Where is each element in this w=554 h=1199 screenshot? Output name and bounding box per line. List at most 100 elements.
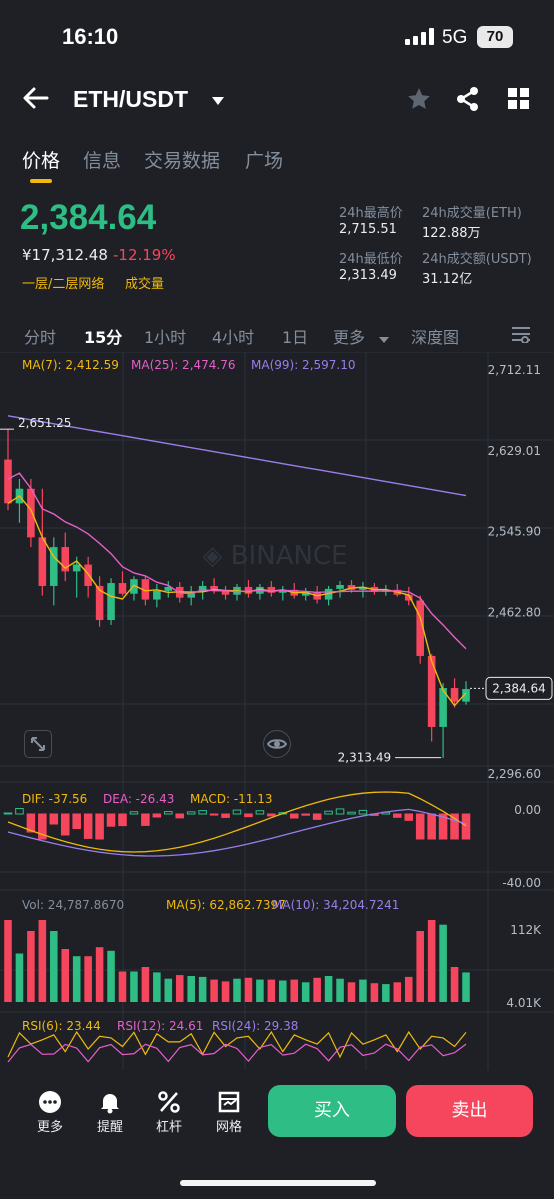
y-axis-tick: 2,629.01 <box>488 444 541 458</box>
macd-bar <box>186 811 196 815</box>
vol-eth-value: 122.88万 <box>422 226 481 241</box>
tab-square[interactable]: 广场 <box>245 146 283 173</box>
interval-depth[interactable]: 深度图 <box>411 324 459 348</box>
y-axis-tick: 2,462.80 <box>488 605 541 619</box>
interval-4h[interactable]: 4小时 <box>212 324 254 348</box>
margin-label: 杠杆 <box>155 1120 182 1135</box>
rsi12-label: RSI(12): 24.61 <box>117 1019 204 1033</box>
volume-bar <box>347 982 356 1002</box>
ma99-label: MA(99): 2,597.10 <box>251 358 356 372</box>
margin-button[interactable]: 杠杆 <box>144 1090 194 1135</box>
cny-price: ¥17,312.48 <box>22 246 108 264</box>
volume-bar <box>462 972 470 1002</box>
volume-bar <box>439 924 447 1002</box>
buy-button[interactable]: 买入 <box>268 1085 396 1137</box>
macd-bar <box>141 813 150 826</box>
battery-icon: 70 <box>477 26 513 48</box>
kline-chart[interactable]: 2,712.11 2,629.01 2,545.90 2,462.80 2,296.60… <box>0 352 554 1070</box>
rsi12-line <box>7 1043 467 1063</box>
interval-time[interactable]: 分时 <box>24 324 56 348</box>
macd-tick: -40.00 <box>502 876 541 890</box>
eye-icon[interactable] <box>263 730 291 758</box>
alert-label: 提醒 <box>96 1120 123 1135</box>
tag-layer[interactable]: 一层/二层网络 <box>22 273 104 292</box>
macd-bar <box>461 813 471 840</box>
more-label: 更多 <box>36 1120 63 1135</box>
caret-down-icon[interactable] <box>378 330 390 343</box>
volume-bar <box>416 931 424 1002</box>
interval-15m[interactable]: 15分 <box>84 324 122 348</box>
macd-label: MACD: -11.13 <box>190 792 273 806</box>
volume-bar <box>370 983 379 1002</box>
high-marker-label: 2,651.25 <box>18 416 71 430</box>
chevron-down-icon[interactable] <box>210 92 226 105</box>
volume-bar <box>15 953 24 1002</box>
rsi24-label: RSI(24): 29.38 <box>212 1019 299 1033</box>
alert-button[interactable]: 提醒 <box>85 1090 135 1135</box>
volume-bar <box>290 979 299 1002</box>
pair-title[interactable]: ETH/USDT <box>73 86 188 113</box>
volume-bar <box>267 979 276 1002</box>
macd-bar <box>232 809 242 815</box>
volume-bar <box>324 976 333 1002</box>
macd-bar <box>152 813 162 818</box>
volume-bar <box>50 931 58 1002</box>
macd-bar <box>324 810 333 815</box>
tab-info[interactable]: 信息 <box>83 146 121 173</box>
macd-bar <box>60 813 70 836</box>
more-button[interactable]: 更多 <box>25 1090 75 1135</box>
grid-trading-button[interactable]: 网格 <box>204 1090 254 1135</box>
dif-label: DIF: -37.56 <box>22 792 88 806</box>
tab-underline <box>30 179 52 183</box>
signal-icon <box>405 28 435 45</box>
macd-bar <box>164 811 173 815</box>
bell-icon <box>85 1090 135 1116</box>
volume-bar <box>107 950 115 1002</box>
vol-usdt-label: 24h成交额(USDT) <box>422 252 532 267</box>
sell-button[interactable]: 卖出 <box>406 1085 533 1137</box>
volume-bar <box>175 975 184 1002</box>
volume-bar <box>187 976 195 1002</box>
macd-bar <box>198 810 207 815</box>
volume-bar <box>61 949 70 1002</box>
tag-volume[interactable]: 成交量 <box>125 273 164 292</box>
high-value: 2,715.51 <box>339 222 397 237</box>
vol-label: Vol: 24,787.8670 <box>22 898 125 912</box>
volume-bar <box>130 971 138 1002</box>
network-type: 5G <box>442 27 468 48</box>
watermark: ◈ BINANCE <box>202 541 347 571</box>
percent-icon <box>144 1090 194 1116</box>
candle-body <box>72 564 81 572</box>
settings-icon[interactable] <box>511 325 531 344</box>
tab-price[interactable]: 价格 <box>22 146 60 173</box>
vol-ma5-label: MA(5): 62,862.7397 <box>166 898 286 912</box>
volume-bar <box>256 979 264 1002</box>
macd-bar <box>3 812 13 815</box>
rsi6-line <box>7 1030 467 1059</box>
grid-icon[interactable] <box>508 88 530 110</box>
volume-bar <box>4 920 12 1002</box>
macd-bar <box>244 813 253 818</box>
star-icon[interactable] <box>406 86 432 112</box>
interval-more[interactable]: 更多 <box>333 324 365 348</box>
expand-icon[interactable] <box>24 730 52 758</box>
back-arrow-icon[interactable] <box>22 86 50 110</box>
low-value: 2,313.49 <box>339 268 397 283</box>
macd-bar <box>335 808 345 815</box>
macd-bar <box>209 813 219 816</box>
share-icon[interactable] <box>456 86 480 112</box>
interval-1d[interactable]: 1日 <box>282 324 308 348</box>
macd-bar <box>106 813 116 827</box>
ma25-label: MA(25): 2,474.76 <box>131 358 236 372</box>
volume-bar <box>450 967 459 1002</box>
volume-tick: 112K <box>510 923 542 937</box>
candle-body <box>450 688 459 702</box>
macd-tick: 0.00 <box>514 803 541 817</box>
interval-1h[interactable]: 1小时 <box>144 324 186 348</box>
dea-label: DEA: -26.43 <box>103 792 175 806</box>
volume-bar <box>153 972 161 1002</box>
candle-body <box>118 583 127 594</box>
tab-trading-data[interactable]: 交易数据 <box>144 146 220 173</box>
macd-bar <box>427 813 436 840</box>
volume-bar <box>95 947 104 1002</box>
